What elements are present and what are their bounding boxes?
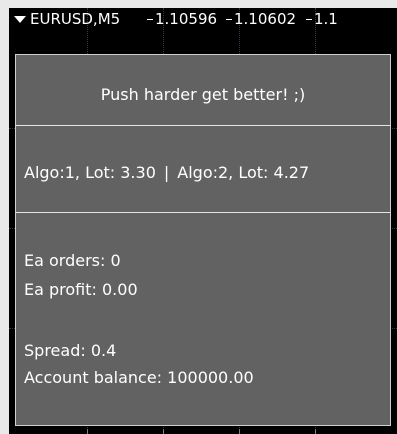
algo-lots-line: Algo:1, Lot: 3.30 | Algo:2, Lot: 4.27 <box>24 163 309 182</box>
symbol-timeframe: EURUSD,M5 <box>30 10 121 28</box>
time-axis-ticks <box>9 426 397 434</box>
ea-info-panel: Push harder get better! ;) Algo:1, Lot: … <box>15 54 391 426</box>
algo-separator: | <box>163 163 170 182</box>
axis-tick <box>239 429 240 434</box>
axis-tick <box>163 429 164 434</box>
axis-tick <box>87 429 88 434</box>
quote-high: 1.10602 <box>234 10 297 28</box>
quote-separator <box>306 19 312 20</box>
axis-tick <box>315 429 316 434</box>
dropdown-triangle-icon[interactable] <box>14 16 26 23</box>
quote-low: 1.1 <box>314 10 338 28</box>
ea-profit-label: Ea profit: 0.00 <box>24 280 138 299</box>
quote-open: 1.10596 <box>155 10 218 28</box>
algo-2-lot: Algo:2, Lot: 4.27 <box>177 163 310 182</box>
divider <box>16 212 390 213</box>
ea-orders-label: Ea orders: 0 <box>24 251 121 270</box>
quote-separator <box>226 19 232 20</box>
quote-separator <box>147 19 153 20</box>
divider <box>16 125 390 126</box>
algo-1-lot: Algo:1, Lot: 3.30 <box>24 163 156 182</box>
motto-label: Push harder get better! ;) <box>100 85 306 104</box>
spread-label: Spread: 0.4 <box>24 341 117 360</box>
chart-header: EURUSD,M5 1.10596 1.10602 1.1 <box>12 8 397 30</box>
account-balance-label: Account balance: 100000.00 <box>24 368 254 387</box>
